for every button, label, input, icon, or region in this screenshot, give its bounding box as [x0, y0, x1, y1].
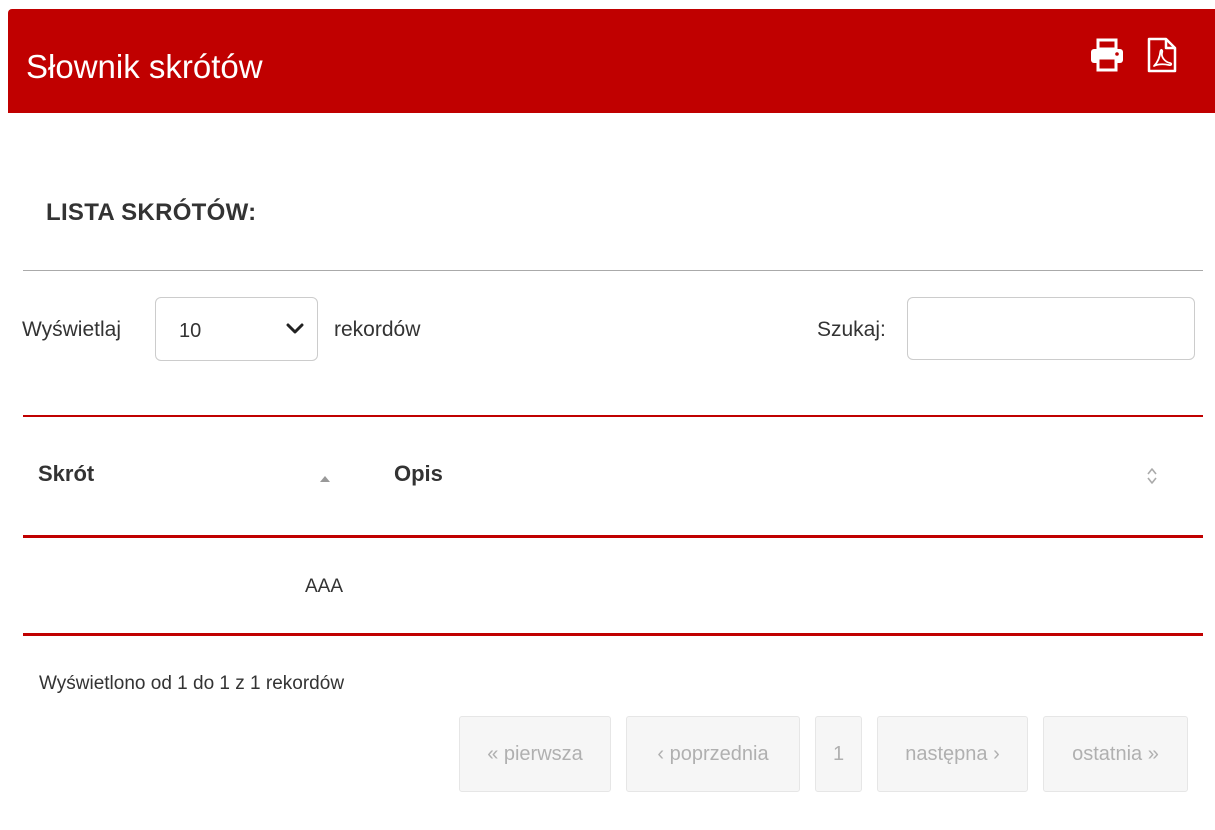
search-input[interactable]	[907, 297, 1195, 360]
records-label: rekordów	[334, 318, 421, 341]
panel-header: Słownik skrótów	[8, 9, 1215, 113]
table-info: Wyświetlono od 1 do 1 z 1 rekordów	[39, 673, 345, 694]
pagination-last-button[interactable]: ostatnia »	[1043, 716, 1188, 792]
print-icon[interactable]	[1090, 37, 1124, 73]
column-header-opis[interactable]: Opis	[394, 461, 443, 487]
pagination-previous-button[interactable]: ‹ poprzednia	[626, 716, 800, 792]
table-cell-skrot: AAA	[305, 576, 344, 597]
chevron-down-icon	[286, 322, 304, 336]
pagination-page-1-button[interactable]: 1	[815, 716, 862, 792]
divider	[23, 270, 1203, 271]
section-title: LISTA SKRÓTÓW:	[46, 199, 257, 226]
table-bottom-border	[23, 633, 1203, 636]
table-header-border	[23, 535, 1203, 538]
file-pdf-icon[interactable]	[1145, 37, 1179, 73]
table-top-border	[23, 415, 1203, 417]
pagination-next-button[interactable]: następna ›	[877, 716, 1028, 792]
records-per-page-value: 10	[179, 320, 202, 342]
sort-both-icon[interactable]	[1146, 467, 1158, 485]
length-label: Wyświetlaj	[22, 318, 121, 341]
abbreviations-panel: Słownik skrótów LISTA SKRÓTÓW: Wyświetla…	[8, 9, 1215, 830]
search-label: Szukaj:	[817, 318, 886, 341]
records-per-page-select[interactable]: 10	[155, 297, 318, 361]
page-title: Słownik skrótów	[26, 48, 263, 85]
pagination-first-button[interactable]: « pierwsza	[459, 716, 611, 792]
sort-ascending-icon[interactable]	[319, 475, 331, 483]
column-header-skrot[interactable]: Skrót	[38, 461, 94, 487]
